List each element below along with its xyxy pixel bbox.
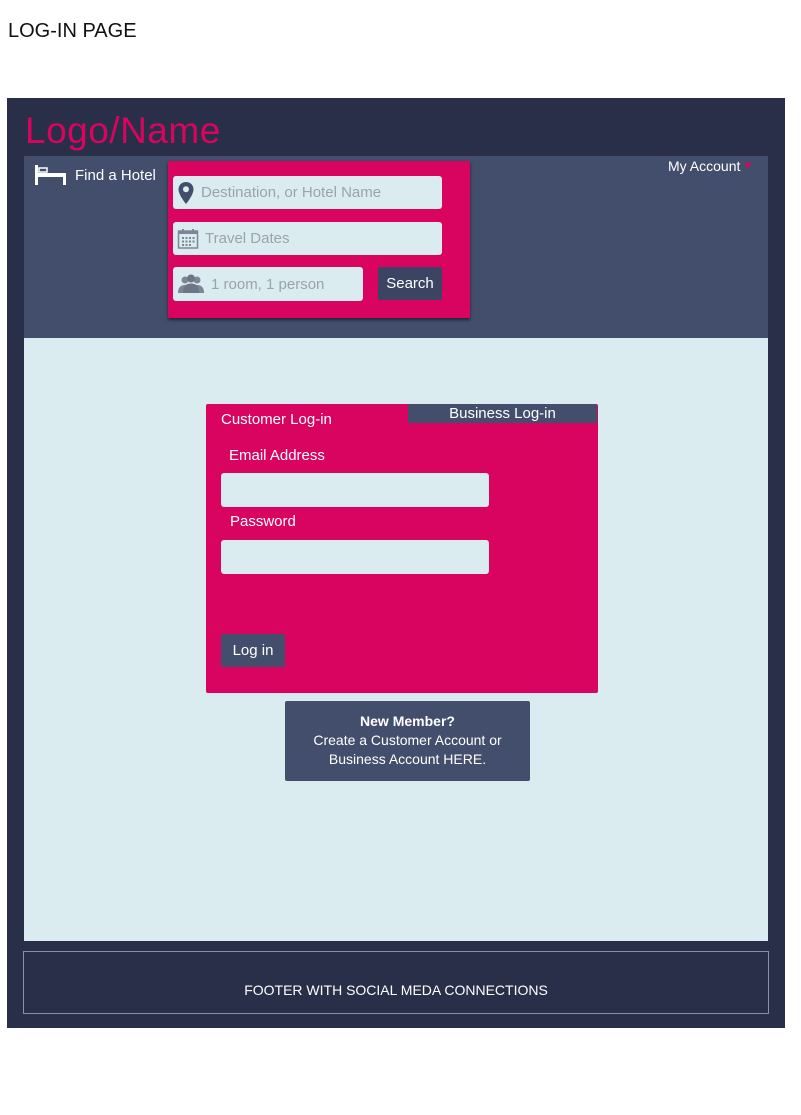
travel-dates-input[interactable]: Travel Dates <box>173 222 442 255</box>
destination-input[interactable]: Destination, or Hotel Name <box>173 176 442 209</box>
footer: FOOTER WITH SOCIAL MEDA CONNECTIONS <box>23 951 769 1014</box>
travel-dates-placeholder: Travel Dates <box>205 230 290 247</box>
email-label: Email Address <box>229 447 325 464</box>
tab-business-login[interactable]: Business Log-in <box>408 404 597 423</box>
new-member-signup-button[interactable]: New Member? Create a Customer Account or… <box>285 701 530 781</box>
my-account-menu[interactable]: My Account ▼ <box>668 158 753 174</box>
find-hotel-label: Find a Hotel <box>75 166 156 184</box>
destination-placeholder: Destination, or Hotel Name <box>201 184 382 201</box>
password-label: Password <box>230 513 296 530</box>
login-button[interactable]: Log in <box>221 634 285 667</box>
new-member-heading: New Member? <box>360 713 455 729</box>
caret-down-icon: ▼ <box>742 160 754 172</box>
calendar-icon <box>177 228 199 249</box>
search-button[interactable]: Search <box>378 267 442 300</box>
tab-customer-login[interactable]: Customer Log-in <box>221 411 332 428</box>
footer-text: FOOTER WITH SOCIAL MEDA CONNECTIONS <box>244 982 548 998</box>
new-member-line-2: Business Account HERE. <box>328 751 487 767</box>
password-field[interactable] <box>221 540 489 574</box>
rooms-guests-input[interactable]: 1 room, 1 person <box>173 267 363 301</box>
map-pin-icon <box>178 181 194 204</box>
page-title: LOG-IN PAGE <box>8 20 137 42</box>
logo[interactable]: Logo/Name <box>25 110 221 152</box>
my-account-label: My Account <box>668 158 741 174</box>
rooms-guests-value: 1 room, 1 person <box>211 275 325 293</box>
new-member-line-1: Create a Customer Account or <box>313 732 502 748</box>
bed-icon <box>35 165 66 185</box>
people-icon <box>178 274 204 293</box>
find-hotel-nav[interactable]: Find a Hotel <box>34 163 156 187</box>
email-field[interactable] <box>221 473 489 507</box>
